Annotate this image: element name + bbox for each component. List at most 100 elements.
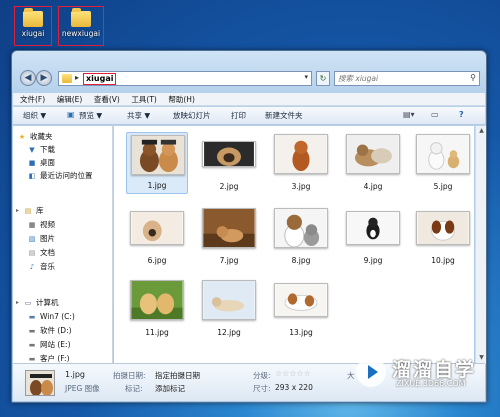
watermark-title: 溜溜自学	[392, 359, 477, 381]
folder-icon	[62, 74, 72, 83]
command-toolbar: 组织 ▼ ▣ 预览 ▼ 共享 ▼ 放映幻灯片 打印 新建文件夹 ▤▾ ▭ ?	[13, 107, 485, 125]
scroll-up-icon[interactable]: ▲	[477, 127, 486, 136]
nav-computer[interactable]: ▭ 计算机	[23, 297, 59, 309]
file-item[interactable]: 13.jpg	[270, 278, 332, 340]
nav-item-desktop[interactable]: ■ 桌面	[27, 157, 55, 169]
nav-item-music[interactable]: ♪ 音乐	[27, 261, 55, 273]
star-icon[interactable]: ☆	[297, 369, 304, 378]
preview-pane-icon[interactable]: ▭	[431, 110, 439, 119]
help-icon[interactable]: ?	[459, 110, 464, 119]
menu-help[interactable]: 帮助(H)	[168, 93, 195, 106]
menu-file[interactable]: 文件(F)	[20, 93, 45, 106]
chevron-right-icon: ▸	[75, 73, 80, 82]
nav-drive-c[interactable]: ▬ Win7 (C:)	[27, 311, 75, 323]
nav-item-pictures[interactable]: ▧ 图片	[27, 233, 55, 245]
file-list: 1.jpg 2.jpg 3.jpg 4.jpg 5.jpg 6.jpg 7.jp…	[114, 126, 474, 364]
vertical-scrollbar[interactable]: ▲ ▼	[475, 126, 486, 364]
view-options-icon[interactable]: ▤▾	[403, 110, 415, 119]
nav-item-recent[interactable]: ◧ 最近访问的位置	[27, 170, 93, 182]
nav-drive-e[interactable]: ▬ 网站 (E:)	[27, 339, 71, 351]
expand-arrow-icon[interactable]: ▸	[16, 299, 19, 306]
back-button[interactable]: ◀	[20, 70, 36, 86]
file-item[interactable]: 5.jpg	[412, 132, 474, 194]
address-row: ◀ ▶ ▸ xiugai ▾ ↻ ⚲	[18, 70, 480, 88]
star-icon: ★	[18, 133, 26, 141]
thumbnail	[131, 135, 185, 175]
document-icon: ▤	[28, 249, 36, 257]
watermark-url: ZIXUE.3D66.COM	[396, 379, 466, 388]
drive-icon: ▬	[28, 341, 36, 349]
file-item[interactable]: 8.jpg	[270, 206, 332, 268]
nav-drive-d[interactable]: ▬ 软件 (D:)	[27, 325, 72, 337]
details-date-label: 拍摄日期:	[113, 371, 146, 380]
file-item[interactable]: 10.jpg	[412, 206, 474, 268]
nav-item-videos[interactable]: ▦ 视频	[27, 219, 55, 231]
file-item[interactable]: 1.jpg	[126, 132, 188, 194]
chevron-down-icon[interactable]: ▾	[304, 73, 308, 81]
file-name: 10.jpg	[431, 256, 455, 265]
file-item[interactable]: 4.jpg	[342, 132, 404, 194]
nav-item-documents[interactable]: ▤ 文档	[27, 247, 55, 259]
address-bar[interactable]: ▸ xiugai ▾	[58, 71, 312, 86]
file-name: 12.jpg	[217, 328, 241, 337]
music-icon: ♪	[29, 263, 35, 271]
desktop-folder-xiugai[interactable]: xiugai	[14, 6, 52, 46]
star-icon[interactable]: ☆	[304, 369, 311, 378]
file-item[interactable]: 3.jpg	[270, 132, 332, 194]
nav-item-downloads[interactable]: ▼ 下载	[27, 144, 55, 156]
file-name: 8.jpg	[291, 256, 311, 265]
thumbnail	[202, 280, 256, 320]
star-icon[interactable]: ☆	[289, 369, 296, 378]
thumbnail	[202, 208, 256, 248]
menu-edit[interactable]: 编辑(E)	[57, 93, 83, 106]
selected-file-preview	[25, 370, 55, 396]
thumbnail	[346, 134, 400, 174]
file-item[interactable]: 12.jpg	[198, 278, 260, 340]
picture-icon: ▧	[28, 235, 36, 243]
nav-favorites[interactable]: ★ 收藏夹	[17, 131, 53, 143]
details-size-label: 尺寸:	[253, 384, 271, 393]
search-icon[interactable]: ⚲	[470, 73, 476, 82]
refresh-button[interactable]: ↻	[316, 71, 330, 86]
folder-icon	[23, 8, 43, 27]
file-name: 4.jpg	[363, 182, 383, 191]
desktop-folder-label: xiugai	[21, 29, 45, 38]
desktop-folder-newxiugai[interactable]: newxiugai	[58, 6, 104, 46]
details-tags-value[interactable]: 添加标记	[155, 383, 185, 394]
search-box[interactable]: ⚲	[334, 71, 480, 86]
new-folder-button[interactable]: 新建文件夹	[265, 110, 303, 122]
file-name: 3.jpg	[291, 182, 311, 191]
breadcrumb-current[interactable]: xiugai	[83, 73, 117, 85]
drive-icon: ▬	[28, 313, 36, 321]
share-button[interactable]: 共享 ▼	[127, 110, 150, 122]
expand-arrow-icon[interactable]: ▸	[16, 207, 19, 214]
file-name: 9.jpg	[363, 256, 383, 265]
navigation-pane: ★ 收藏夹 ▼ 下载 ■ 桌面 ◧ 最近访问的位置 ▸ ▤ 库 ▦ 视频 ▧ 图片 ▤ 文档 ♪…	[13, 126, 113, 364]
file-item[interactable]: 6.jpg	[126, 206, 188, 268]
file-item[interactable]: 7.jpg	[198, 206, 260, 268]
slideshow-button[interactable]: 放映幻灯片	[173, 110, 211, 122]
video-icon: ▦	[28, 221, 36, 229]
menu-bar: 文件(F) 编辑(E) 查看(V) 工具(T) 帮助(H)	[13, 93, 485, 106]
file-item[interactable]: 2.jpg	[198, 132, 260, 194]
thumbnail	[346, 211, 400, 245]
nav-libraries[interactable]: ▤ 库	[23, 205, 44, 217]
details-size-value: 293 x 220	[275, 383, 313, 392]
search-input[interactable]	[335, 72, 460, 85]
details-tags-label: 标记:	[125, 384, 143, 393]
details-rating-label: 分级:	[253, 371, 271, 380]
details-date-value[interactable]: 指定拍摄日期	[155, 370, 200, 381]
file-name: 2.jpg	[219, 182, 239, 191]
preview-icon: ▣	[67, 110, 75, 119]
menu-view[interactable]: 查看(V)	[94, 93, 120, 106]
file-item[interactable]: 11.jpg	[126, 278, 188, 340]
forward-button[interactable]: ▶	[36, 70, 52, 86]
organize-button[interactable]: 组织 ▼	[23, 110, 46, 122]
print-button[interactable]: 打印	[231, 110, 246, 122]
thumbnail	[416, 211, 470, 245]
preview-button[interactable]: 预览 ▼	[79, 110, 102, 122]
menu-tools[interactable]: 工具(T)	[131, 93, 156, 106]
file-item[interactable]: 9.jpg	[342, 206, 404, 268]
desktop-folder-label: newxiugai	[61, 29, 101, 38]
rating-stars[interactable]: ☆☆☆☆☆	[275, 369, 311, 378]
